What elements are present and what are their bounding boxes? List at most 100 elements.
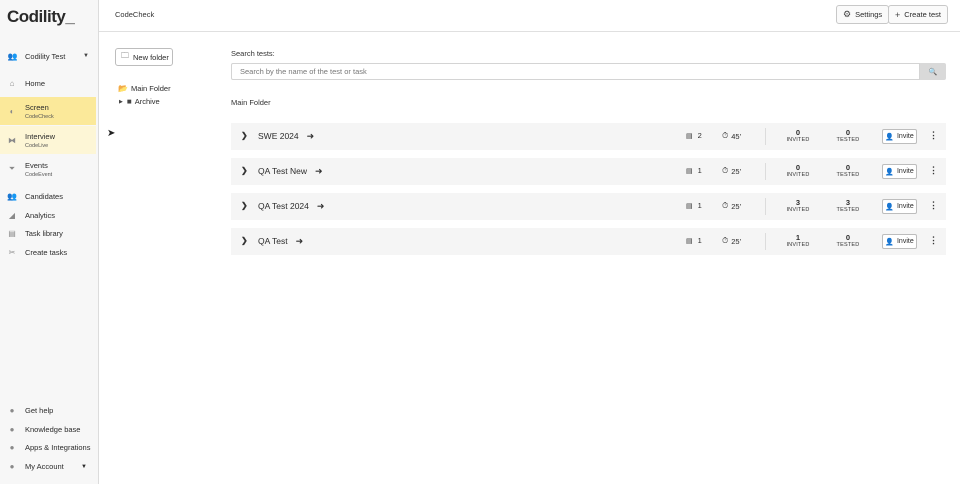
- task-list-icon: ▤: [686, 167, 693, 175]
- test-row[interactable]: ❯ QA Test 2024 ➜ ▤ 1 ⏱ 25' 3 INVITED 3 TESTED…: [231, 193, 946, 220]
- chevron-down-icon: ▼: [81, 463, 87, 470]
- new-folder-button[interactable]: 🗀 New folder: [115, 48, 173, 66]
- clock-icon: ⏱: [722, 201, 729, 210]
- arrow-right-icon[interactable]: ➜: [317, 201, 325, 211]
- create-test-button[interactable]: + Create test: [888, 5, 948, 24]
- search-button[interactable]: 🔍: [920, 63, 946, 80]
- invited-stat: 3 INVITED: [786, 198, 810, 213]
- sidebar-item-label: Candidates: [25, 192, 63, 201]
- tested-stat: 0 TESTED: [836, 163, 860, 178]
- org-switcher[interactable]: 👥 Codility Test ▼: [0, 48, 99, 64]
- create-test-label: Create test: [904, 10, 941, 19]
- folder-plus-icon: 🗀: [121, 51, 129, 60]
- sidebar-item-label: My Account: [25, 462, 64, 471]
- sidebar-item-task-library[interactable]: ▤ Task library: [0, 226, 96, 241]
- divider: [765, 163, 766, 180]
- chevron-right-icon[interactable]: ❯: [241, 166, 248, 175]
- test-row[interactable]: ❯ QA Test ➜ ▤ 1 ⏱ 25' 1 INVITED 0 TESTED 👤 Inv…: [231, 228, 946, 255]
- top-bar: CodeCheck ⚙ Settings + Create test: [99, 0, 960, 32]
- test-duration: ⏱ 25': [722, 201, 742, 211]
- task-library-icon: ▤: [8, 229, 16, 238]
- folder-archive[interactable]: ▶ ■ Archive: [119, 97, 160, 106]
- sidebar-item-sublabel: CodeEvent: [25, 171, 53, 178]
- clock-icon: ⏱: [722, 131, 729, 140]
- new-folder-label: New folder: [133, 52, 169, 62]
- task-count: ▤ 1: [686, 236, 702, 245]
- gear-icon: ⚙: [843, 9, 852, 19]
- more-options-icon[interactable]: ⋮: [929, 200, 938, 211]
- invite-button[interactable]: 👤 Invite: [882, 164, 917, 179]
- org-name: Codility Test: [25, 51, 66, 61]
- knowledge-base-icon: ●: [9, 425, 15, 434]
- test-name[interactable]: QA Test New ➜: [258, 166, 323, 177]
- sidebar-item-sublabel: CodeLive: [25, 142, 49, 149]
- sidebar-item-apps[interactable]: ● Apps & Integrations: [0, 440, 96, 455]
- chevron-right-icon[interactable]: ❯: [241, 201, 248, 210]
- search-label: Search tests:: [231, 49, 275, 58]
- sidebar-item-knowledge-base[interactable]: ● Knowledge base: [0, 422, 96, 437]
- sidebar-item-label: Events: [25, 160, 48, 170]
- sidebar-item-sublabel: CodeCheck: [25, 113, 54, 120]
- screen-icon: ◐: [9, 106, 15, 116]
- sidebar-item-screen[interactable]: ◐ Screen CodeCheck: [0, 97, 96, 125]
- test-row[interactable]: ❯ QA Test New ➜ ▤ 1 ⏱ 25' 0 INVITED 0 TESTED …: [231, 158, 946, 185]
- sidebar-item-home[interactable]: ⌂ Home: [0, 76, 96, 91]
- task-count: ▤ 1: [686, 166, 702, 175]
- arrow-right-icon[interactable]: ➜: [315, 166, 323, 176]
- clock-icon: ⏱: [722, 236, 729, 245]
- org-icon: 👥: [7, 51, 18, 61]
- sidebar-item-get-help[interactable]: ● Get help: [0, 403, 96, 418]
- add-user-icon: 👤: [885, 238, 894, 246]
- invite-button[interactable]: 👤 Invite: [882, 199, 917, 214]
- more-options-icon[interactable]: ⋮: [929, 130, 938, 141]
- sidebar-item-events[interactable]: ⏷ Events CodeEvent: [0, 155, 96, 183]
- test-name[interactable]: QA Test 2024 ➜: [258, 201, 324, 212]
- chevron-right-icon[interactable]: ❯: [241, 131, 248, 140]
- analytics-icon: ◢: [8, 211, 16, 220]
- arrow-right-icon[interactable]: ➜: [307, 131, 315, 141]
- add-user-icon: 👤: [885, 133, 894, 141]
- sidebar-item-label: Create tasks: [25, 248, 68, 257]
- more-options-icon[interactable]: ⋮: [929, 165, 938, 176]
- sidebar: Codility_ 👥 Codility Test ▼ ⌂ Home ◐ Scr…: [0, 0, 99, 484]
- caret-right-icon[interactable]: ▶: [119, 99, 123, 105]
- clock-icon: ⏱: [722, 166, 729, 175]
- test-row[interactable]: ❯ SWE 2024 ➜ ▤ 2 ⏱ 45' 0 INVITED 0 TESTED 👤 In…: [231, 123, 946, 150]
- sidebar-item-label: Analytics: [25, 211, 56, 220]
- task-list-icon: ▤: [686, 237, 693, 245]
- divider: [765, 233, 766, 250]
- sidebar-item-candidates[interactable]: 👥 Candidates: [0, 189, 96, 204]
- test-name[interactable]: SWE 2024 ➜: [258, 131, 314, 142]
- sidebar-item-analytics[interactable]: ◢ Analytics: [0, 208, 96, 223]
- sidebar-item-my-account[interactable]: ● My Account ▼: [0, 459, 96, 474]
- sidebar-item-create-tasks[interactable]: ✂ Create tasks: [0, 245, 96, 260]
- task-count: ▤ 2: [686, 131, 702, 140]
- sidebar-item-label: Get help: [25, 406, 54, 415]
- search-icon: 🔍: [928, 68, 938, 76]
- invited-stat: 0 INVITED: [786, 163, 810, 178]
- invite-button[interactable]: 👤 Invite: [882, 129, 917, 144]
- chevron-right-icon[interactable]: ❯: [241, 236, 248, 245]
- breadcrumb: CodeCheck: [115, 10, 155, 19]
- settings-button[interactable]: ⚙ Settings: [836, 5, 890, 24]
- more-options-icon[interactable]: ⋮: [929, 235, 938, 246]
- invited-stat: 1 INVITED: [786, 233, 810, 248]
- test-name[interactable]: QA Test ➜: [258, 236, 303, 247]
- settings-label: Settings: [855, 10, 883, 19]
- search-input[interactable]: [231, 63, 920, 80]
- folder-label: Main Folder: [130, 84, 171, 93]
- codility-logo[interactable]: Codility_: [7, 7, 75, 27]
- task-list-icon: ▤: [686, 132, 693, 140]
- sidebar-item-label: Task library: [25, 229, 63, 238]
- divider: [765, 128, 766, 145]
- folder-label: Archive: [134, 97, 160, 106]
- invite-button[interactable]: 👤 Invite: [882, 234, 917, 249]
- interview-icon: ⧓: [8, 135, 16, 145]
- folder-main[interactable]: 📂 Main Folder: [118, 84, 171, 93]
- sidebar-item-interview[interactable]: ⧓ Interview CodeLive: [0, 126, 96, 154]
- arrow-right-icon[interactable]: ➜: [296, 236, 304, 246]
- sidebar-item-label: Screen: [25, 102, 49, 112]
- divider: [765, 198, 766, 215]
- folder-open-icon: 📂: [118, 84, 128, 93]
- sidebar-item-label: Home: [25, 79, 46, 88]
